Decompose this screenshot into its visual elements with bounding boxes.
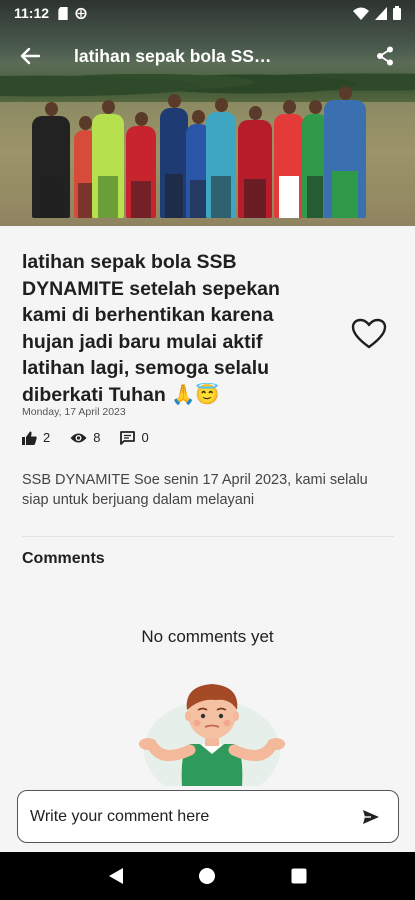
signal-icon [375,6,387,20]
status-bar: 11:12 [0,0,415,26]
comment-count: 0 [141,430,149,445]
share-button[interactable] [369,40,401,72]
like-count: 2 [43,430,51,445]
shrug-person-illustration [139,684,285,786]
status-time: 11:12 [14,5,50,21]
comment-input-container [17,790,399,843]
battery-icon [393,6,401,20]
data-saver-icon [75,7,87,19]
view-count: 8 [93,430,101,445]
favorite-heart-icon[interactable] [351,318,387,350]
nav-recents-button[interactable] [284,861,314,891]
view-stat: 8 [70,430,100,445]
comment-stat[interactable]: 0 [120,430,149,445]
like-stat[interactable]: 2 [22,430,50,445]
send-icon [363,809,379,824]
page-title: latihan sepak bola SSB ... [74,45,284,66]
comment-icon [120,430,136,445]
divider [22,536,394,537]
square-recents-icon [291,868,307,884]
wifi-icon [353,7,369,20]
send-button[interactable] [358,804,384,830]
back-button[interactable] [14,40,46,72]
post-content: latihan sepak bola SSB DYNAMITE setelah … [0,226,415,786]
comments-heading: Comments [22,550,105,567]
thumb-up-icon [22,431,37,445]
empty-comments-text: No comments yet [141,627,274,646]
post-stats: 2 8 0 [22,430,169,445]
post-date: Monday, 17 April 2023 [22,406,126,418]
triangle-back-icon [108,868,123,884]
post-description: SSB DYNAMITE Soe senin 17 April 2023, ka… [22,472,368,508]
comment-input[interactable] [30,807,358,826]
eye-icon [70,433,87,442]
app-bar: latihan sepak bola SSB ... [0,26,415,86]
arrow-back-icon [20,47,40,65]
post-headline: latihan sepak bola SSB DYNAMITE setelah … [22,251,280,406]
system-nav-bar [0,852,415,900]
circle-home-icon [199,868,216,884]
nav-back-button[interactable] [101,861,131,891]
share-icon [377,46,393,66]
sd-card-icon [58,6,68,20]
nav-home-button[interactable] [192,861,222,891]
